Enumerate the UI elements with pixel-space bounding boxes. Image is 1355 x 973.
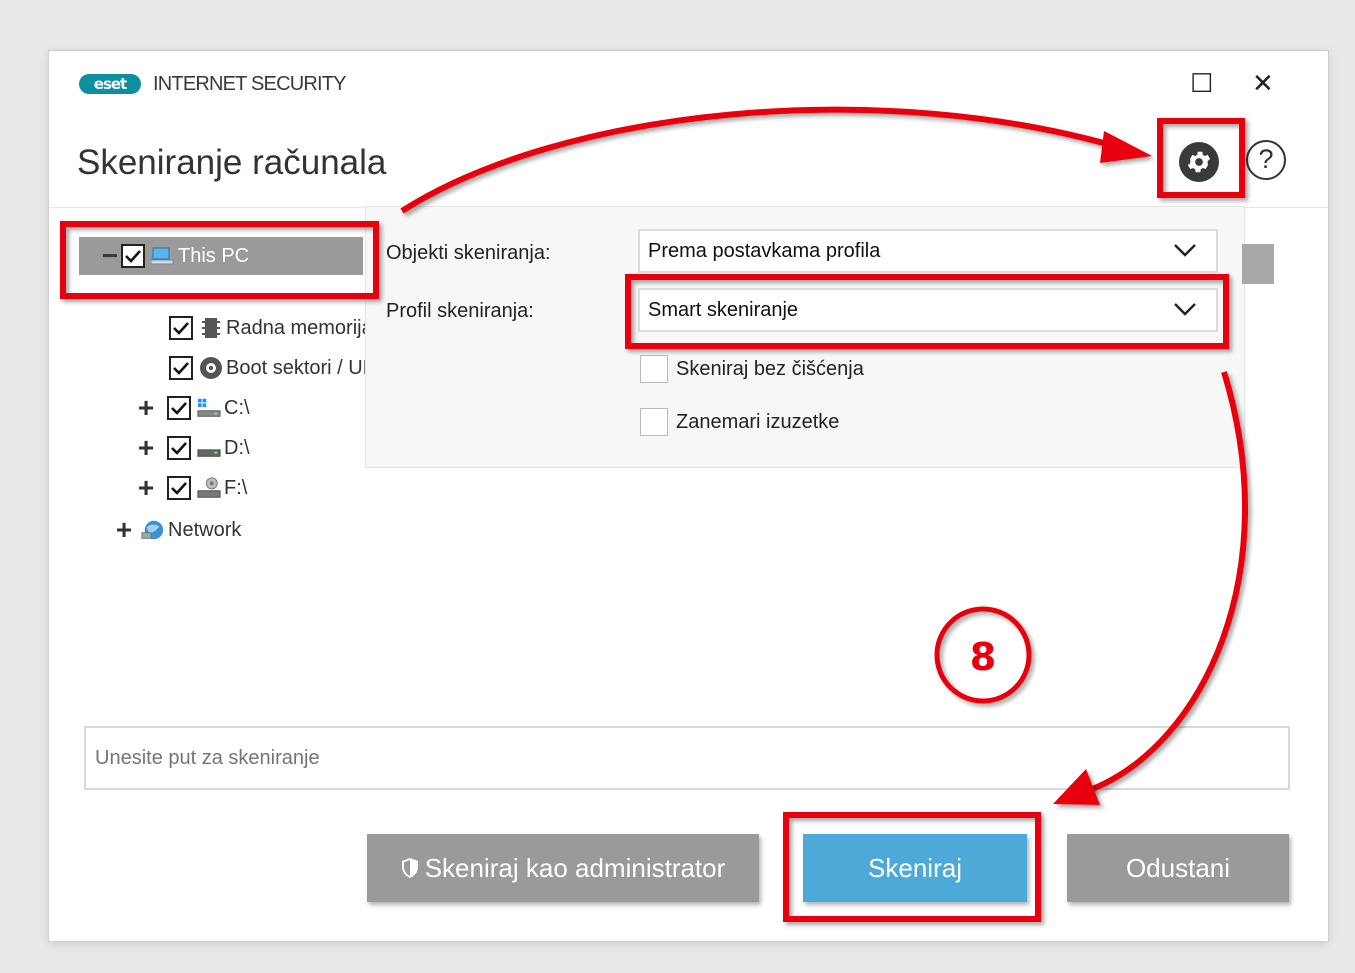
tree-item-f-drive[interactable]: + F:\ [135,469,248,507]
tree-item-boot-sectors[interactable]: Boot sektori / UEFI [169,349,369,387]
tree-checkbox[interactable] [167,436,191,460]
scan-targets-label: Objekti skeniranja: [386,242,551,264]
tree-item-label: Boot sektori / UEFI [226,356,369,379]
tree-checkbox[interactable] [121,244,145,268]
option-ignore-exclusions[interactable]: Zanemari izuzetke [640,408,839,436]
close-button[interactable]: ✕ [1252,71,1274,97]
option-label: Zanemari izuzetke [676,410,840,433]
network-globe-icon [141,519,165,541]
tree-item-network[interactable]: + Network [113,511,242,547]
tree-checkbox[interactable] [169,316,193,340]
tree-checkbox[interactable] [169,356,193,380]
tree-item-label: D:\ [224,436,250,459]
tree-checkbox[interactable] [167,396,191,420]
scan-targets-value: Prema postavkama profila [648,240,881,262]
tree-item-memory[interactable]: Radna memorija [169,309,369,347]
page-title: Skeniranje računala [77,143,387,182]
option-label: Skeniraj bez čišćenja [676,357,864,380]
drive-icon [197,437,221,459]
expand-toggle[interactable]: + [135,474,157,502]
chevron-down-icon [1174,244,1196,257]
tree-item-label: F:\ [224,476,248,499]
tree-item-label: C:\ [224,396,250,419]
scan-as-admin-label: Skeniraj kao administrator [424,852,726,883]
shield-icon [401,858,418,878]
expand-toggle[interactable]: + [135,394,157,422]
tree-item-this-pc[interactable]: − This PC [79,237,363,275]
settings-gear-button[interactable] [1179,142,1219,182]
tree-item-d-drive[interactable]: + D:\ [135,429,250,467]
gear-icon [1187,151,1211,173]
scan-target-tree: − This PC Radna memorija Boot sektori / … [77,227,369,547]
eset-scan-dialog: eset INTERNET SECURITY ☐ ✕ Skeniranje ra… [48,50,1329,942]
tree-checkbox[interactable] [167,476,191,500]
option-checkbox[interactable] [640,355,668,383]
scan-button[interactable]: Skeniraj [803,834,1027,902]
product-name: INTERNET SECURITY [153,73,347,95]
windows-drive-icon [197,397,221,419]
tree-item-label: Network [168,518,242,541]
option-scan-without-cleaning[interactable]: Skeniraj bez čišćenja [640,355,864,383]
scan-as-admin-button[interactable]: Skeniraj kao administrator [367,834,759,902]
expand-toggle[interactable]: + [113,516,135,544]
scan-profile-label: Profil skeniranja: [386,300,534,322]
eset-logo: eset [79,74,141,94]
expand-toggle[interactable]: + [135,434,157,462]
tree-item-c-drive[interactable]: + C:\ [135,389,250,427]
scan-profile-dropdown[interactable]: Smart skeniranje [638,288,1218,332]
scan-profile-value: Smart skeniranje [648,299,799,321]
computer-icon [151,245,175,267]
scan-targets-dropdown[interactable]: Prema postavkama profila [638,229,1218,273]
network-drive-icon [197,477,221,499]
scrollbar-thumb[interactable] [1242,244,1274,284]
disc-icon [199,357,223,379]
tree-item-label: Radna memorija [226,316,369,339]
scan-path-input[interactable] [84,726,1290,790]
help-button[interactable]: ? [1246,140,1286,180]
option-checkbox[interactable] [640,408,668,436]
maximize-button[interactable]: ☐ [1190,71,1213,97]
cancel-button[interactable]: Odustani [1067,834,1289,902]
collapse-toggle[interactable]: − [99,242,121,270]
tree-item-label: This PC [178,244,250,267]
chevron-down-icon [1174,303,1196,316]
chip-icon [199,317,223,339]
